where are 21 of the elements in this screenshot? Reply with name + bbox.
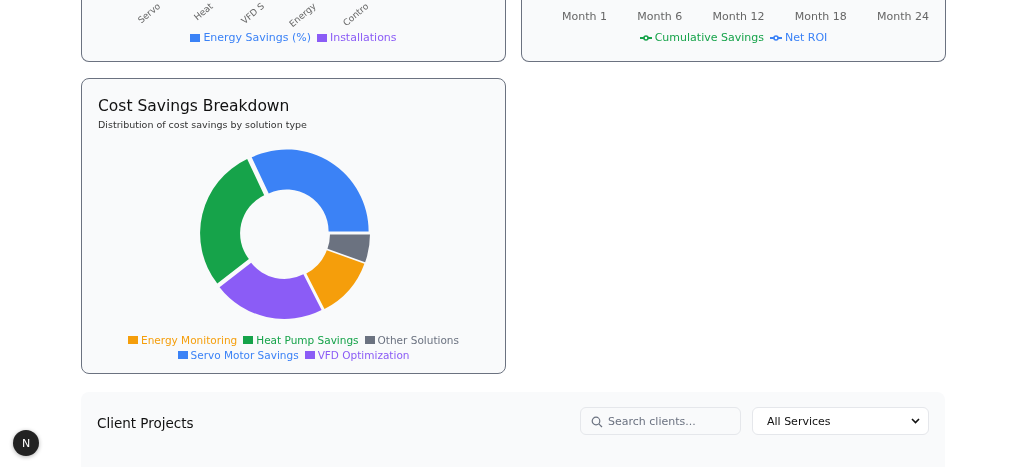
- legend-item[interactable]: Net ROI: [769, 31, 828, 44]
- legend-item[interactable]: VFD Optimization: [304, 349, 410, 361]
- axis-label: Month 24: [877, 10, 929, 25]
- axis-label: VFD S: [239, 1, 268, 27]
- legend-item[interactable]: Energy Monitoring: [128, 334, 238, 346]
- axis-label: Month 12: [712, 10, 765, 25]
- card-title: Cost Savings Breakdown: [98, 97, 291, 115]
- legend-item[interactable]: Energy Savings (%): [190, 31, 311, 44]
- dev-indicator-button[interactable]: N: [13, 430, 39, 456]
- legend-item[interactable]: Servo Motor Savings: [177, 349, 299, 361]
- search-field[interactable]: Search clients...: [580, 407, 741, 435]
- legend-item[interactable]: Cumulative Savings: [639, 31, 764, 44]
- axis-label: Month 18: [794, 10, 847, 25]
- service-dropdown[interactable]: All Services: [752, 407, 929, 435]
- legend-item[interactable]: Heat Pump Savings: [243, 334, 359, 346]
- legend-item[interactable]: Installations: [316, 31, 397, 44]
- legend-item[interactable]: Other Solutions: [364, 334, 459, 346]
- section-title: Client Projects: [97, 415, 194, 431]
- axis-label: Month 6: [637, 10, 683, 25]
- axis-label: Month 1: [562, 10, 607, 25]
- card-subtitle: Distribution of cost savings by solution type: [98, 119, 308, 130]
